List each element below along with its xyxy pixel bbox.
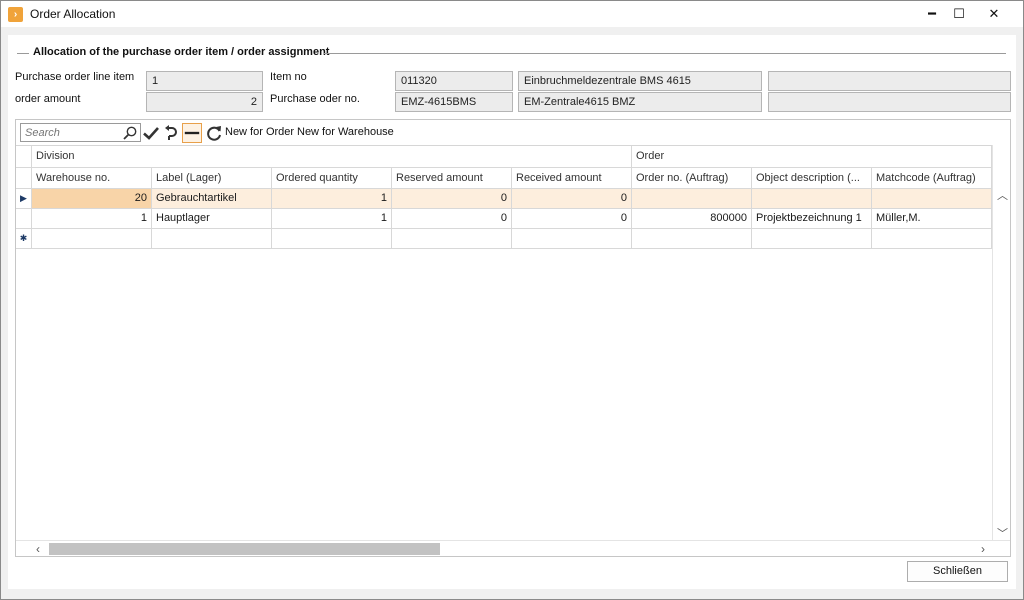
- cell-label[interactable]: Hauptlager: [152, 209, 272, 229]
- new-row-cell[interactable]: [152, 229, 272, 249]
- maximize-button[interactable]: ☐: [944, 3, 974, 25]
- cell-received-amount[interactable]: 0: [512, 189, 632, 209]
- horizontal-scroll-thumb[interactable]: [49, 543, 440, 555]
- dialog-content: Allocation of the purchase order item / …: [8, 35, 1016, 589]
- undo-icon[interactable]: [162, 124, 180, 142]
- cell-object-description[interactable]: [752, 189, 872, 209]
- column-header-object-description[interactable]: Object description (...: [752, 168, 872, 189]
- purchase-order-field[interactable]: EMZ-4615BMS: [395, 92, 513, 112]
- new-row-cell[interactable]: [32, 229, 152, 249]
- cell-matchcode[interactable]: [872, 189, 992, 209]
- cell-label[interactable]: Gebrauchtartikel: [152, 189, 272, 209]
- cell-warehouse-no[interactable]: 1: [32, 209, 152, 229]
- new-row-cell[interactable]: [872, 229, 992, 249]
- column-header-order-no[interactable]: Order no. (Auftrag): [632, 168, 752, 189]
- close-button[interactable]: Schließen: [907, 561, 1008, 582]
- scroll-down-icon[interactable]: ﹀: [997, 525, 1008, 541]
- order-allocation-window: › Order Allocation ━ ☐ ✕ Allocation of t…: [0, 0, 1024, 600]
- new-row-cell[interactable]: [512, 229, 632, 249]
- column-header-matchcode[interactable]: Matchcode (Auftrag): [872, 168, 992, 189]
- purchase-order-label: Purchase oder no.: [270, 93, 360, 105]
- item-no-field[interactable]: 011320: [395, 71, 513, 91]
- scroll-up-icon[interactable]: ︿: [997, 187, 1008, 203]
- cell-warehouse-no[interactable]: 20: [32, 189, 152, 209]
- new-row-cell[interactable]: [632, 229, 752, 249]
- search-input[interactable]: [21, 124, 121, 141]
- minimize-button[interactable]: ━: [917, 3, 947, 25]
- new-for-order-button[interactable]: New for Order: [225, 126, 294, 138]
- window-title: Order Allocation: [30, 7, 116, 21]
- allocation-grid-panel: New for Order New for Warehouse Division…: [15, 119, 1011, 557]
- band-division: Division: [32, 146, 632, 168]
- search-icon[interactable]: [122, 125, 138, 141]
- cell-order-no[interactable]: [632, 189, 752, 209]
- close-window-button[interactable]: ✕: [979, 3, 1009, 25]
- column-header-reserved-amount[interactable]: Reserved amount: [392, 168, 512, 189]
- line-item-label: Purchase order line item: [15, 71, 135, 83]
- item-no-label: Item no: [270, 71, 307, 83]
- cell-reserved-amount[interactable]: 0: [392, 189, 512, 209]
- scroll-left-icon[interactable]: ‹: [36, 542, 40, 556]
- band-order: Order: [632, 146, 992, 168]
- new-row-cell[interactable]: [392, 229, 512, 249]
- new-for-warehouse-button[interactable]: New for Warehouse: [297, 126, 394, 138]
- row-indicator[interactable]: ▶: [16, 189, 32, 209]
- allocation-grid[interactable]: Division Order Warehouse no. Label (Lage…: [16, 145, 992, 540]
- group-title: Allocation of the purchase order item / …: [33, 46, 330, 58]
- refresh-icon[interactable]: [205, 124, 223, 142]
- minus-icon[interactable]: [182, 123, 202, 143]
- group-divider: [324, 53, 1006, 54]
- app-icon: ›: [8, 7, 23, 22]
- vertical-scrollbar[interactable]: ︿ ﹀: [992, 145, 1010, 540]
- item-extra-2-field[interactable]: [768, 92, 1011, 112]
- checkmark-icon[interactable]: [142, 124, 160, 142]
- group-divider: [17, 53, 29, 54]
- grid-toolbar: New for Order New for Warehouse: [16, 120, 1010, 145]
- horizontal-scrollbar[interactable]: ‹ ›: [16, 540, 1010, 556]
- cell-order-no[interactable]: 800000: [632, 209, 752, 229]
- cell-object-description[interactable]: Projektbezeichnung 1: [752, 209, 872, 229]
- new-row-indicator[interactable]: ✱: [16, 229, 32, 249]
- row-indicator[interactable]: [16, 209, 32, 229]
- cell-ordered-quantity[interactable]: 1: [272, 189, 392, 209]
- search-box[interactable]: [20, 123, 141, 142]
- column-header-warehouse-no[interactable]: Warehouse no.: [32, 168, 152, 189]
- item-extra-field[interactable]: [768, 71, 1011, 91]
- new-row-cell[interactable]: [272, 229, 392, 249]
- item-description-2-field[interactable]: EM-Zentrale4615 BMZ: [518, 92, 762, 112]
- scroll-right-icon[interactable]: ›: [981, 542, 985, 556]
- cell-reserved-amount[interactable]: 0: [392, 209, 512, 229]
- item-description-field[interactable]: Einbruchmeldezentrale BMS 4615: [518, 71, 762, 91]
- cell-matchcode[interactable]: Müller,M.: [872, 209, 992, 229]
- order-amount-field[interactable]: 2: [146, 92, 263, 112]
- column-header-ordered-quantity[interactable]: Ordered quantity: [272, 168, 392, 189]
- column-header-label[interactable]: Label (Lager): [152, 168, 272, 189]
- title-bar[interactable]: › Order Allocation ━ ☐ ✕: [1, 1, 1023, 27]
- column-header-received-amount[interactable]: Received amount: [512, 168, 632, 189]
- new-row-cell[interactable]: [752, 229, 872, 249]
- cell-received-amount[interactable]: 0: [512, 209, 632, 229]
- order-amount-label: order amount: [15, 93, 81, 105]
- cell-ordered-quantity[interactable]: 1: [272, 209, 392, 229]
- line-item-field[interactable]: 1: [146, 71, 263, 91]
- header-corner: [16, 168, 32, 189]
- band-corner: [16, 146, 32, 168]
